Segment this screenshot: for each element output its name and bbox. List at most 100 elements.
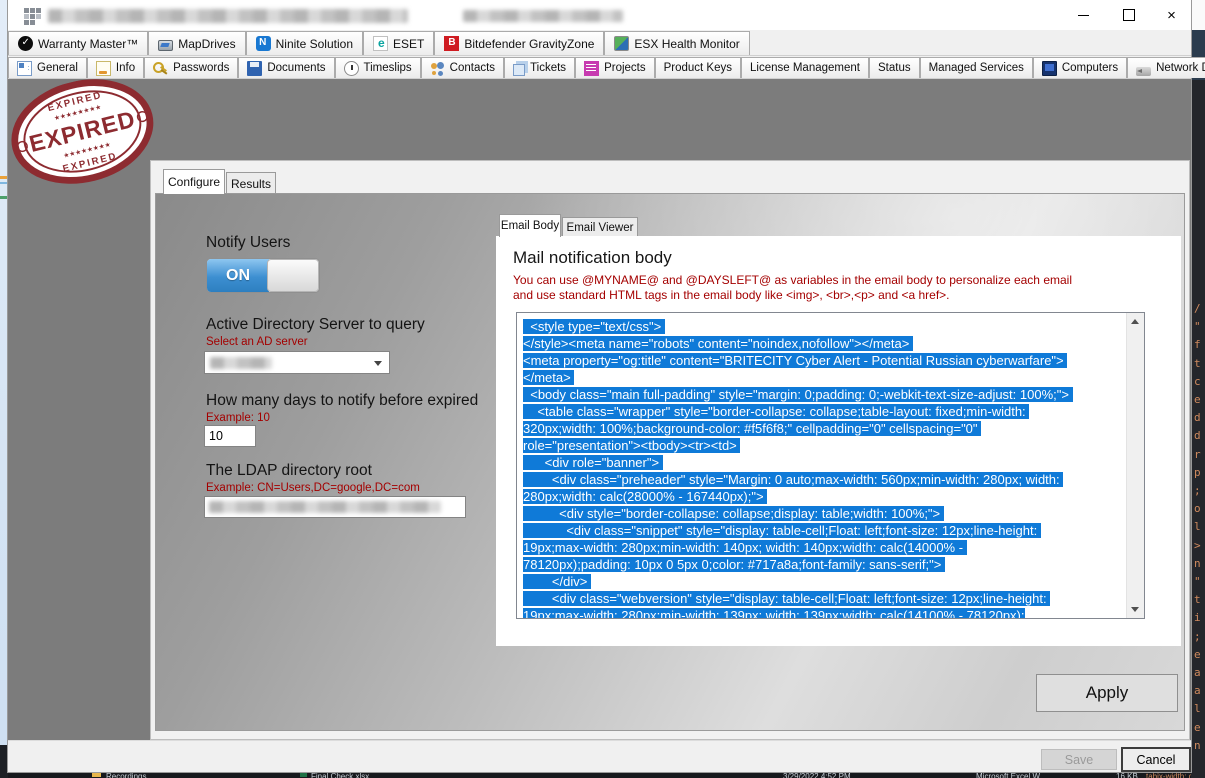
mail-body-hint-1: You can use @MYNAME@ and @DAYSLEFT@ as v… bbox=[513, 273, 1072, 287]
tab-label: Email Body bbox=[501, 220, 559, 232]
apply-label: Apply bbox=[1086, 683, 1129, 703]
tab-license-management[interactable]: License Management bbox=[741, 57, 869, 78]
code-line: role="presentation"><tbody><tr><td> bbox=[523, 438, 740, 453]
code-line: <div class="snippet" style="display: tab… bbox=[523, 523, 1041, 538]
tab-timeslips[interactable]: Timeslips bbox=[335, 57, 421, 78]
tickets-icon bbox=[513, 64, 525, 76]
email-body-editor[interactable]: <style type="text/css"> </style><meta na… bbox=[516, 312, 1145, 619]
expired-stamp: EXPIRED ★★★★★★★★ EXPIRED ★★★★★★★★ EXPIRE… bbox=[0, 65, 165, 199]
ad-server-hint: Select an AD server bbox=[206, 336, 308, 348]
passwords-keys-icon bbox=[153, 61, 168, 76]
file-explorer-file-name: Final Check.xlsx bbox=[311, 772, 369, 778]
code-line: </meta> bbox=[523, 370, 574, 385]
tab-label: ESET bbox=[393, 37, 424, 51]
tab-ninite-solution[interactable]: Ninite Solution bbox=[246, 31, 363, 55]
file-explorer-size: 16 KB bbox=[1116, 772, 1138, 778]
background-window-left-bottom bbox=[0, 745, 8, 778]
ad-server-dropdown[interactable] bbox=[204, 351, 390, 374]
tab-documents[interactable]: Documents bbox=[238, 57, 334, 78]
minimize-button[interactable] bbox=[1060, 0, 1106, 30]
tab-label: Passwords bbox=[173, 62, 229, 74]
background-code-fragment: tabix-width: calc(14 bbox=[1146, 772, 1191, 778]
projects-icon bbox=[584, 61, 599, 76]
maximize-icon bbox=[1123, 9, 1135, 21]
tab-esx-health-monitor[interactable]: ESX Health Monitor bbox=[604, 31, 749, 55]
tab-tickets[interactable]: Tickets bbox=[504, 57, 575, 78]
titlebar: × bbox=[8, 0, 1191, 30]
file-explorer-type: Microsoft Excel W... bbox=[976, 772, 1046, 778]
documents-icon bbox=[247, 61, 262, 76]
tab-label: Results bbox=[231, 177, 271, 191]
close-button[interactable]: × bbox=[1152, 0, 1191, 30]
app-window: × Warranty Master™ MapDrives Ninite Solu… bbox=[8, 0, 1191, 772]
save-button[interactable]: Save bbox=[1041, 749, 1117, 770]
editor-vertical-scrollbar[interactable] bbox=[1126, 313, 1144, 618]
redacted-window-title bbox=[48, 9, 408, 23]
left-edge-blue-mark bbox=[0, 182, 8, 184]
tab-email-body[interactable]: Email Body bbox=[499, 214, 561, 237]
tab-label: Bitdefender GravityZone bbox=[464, 37, 594, 51]
chevron-down-icon bbox=[374, 361, 382, 366]
tab-results[interactable]: Results bbox=[226, 172, 276, 194]
email-body-code[interactable]: <style type="text/css"> </style><meta na… bbox=[518, 313, 1126, 618]
ldap-input[interactable] bbox=[204, 496, 466, 518]
maximize-button[interactable] bbox=[1106, 0, 1152, 30]
app-header-area: EXPIRED ★★★★★★★★ EXPIRED ★★★★★★★★ EXPIRE… bbox=[8, 79, 1191, 740]
app-icon bbox=[24, 8, 29, 13]
network-devices-icon bbox=[1136, 67, 1151, 76]
left-edge-green-mark bbox=[0, 196, 8, 199]
code-line: <body class="main full-padding" style="m… bbox=[523, 387, 1073, 402]
redacted-ldap-value bbox=[209, 501, 441, 513]
mapdrives-icon bbox=[158, 40, 173, 51]
tab-product-keys[interactable]: Product Keys bbox=[655, 57, 741, 78]
tab-label: MapDrives bbox=[178, 37, 235, 51]
code-line: 320px;width: 100%;background-color: #f5f… bbox=[523, 421, 981, 436]
toggle-knob[interactable] bbox=[267, 259, 319, 292]
notify-users-toggle[interactable]: ON bbox=[206, 258, 320, 293]
scroll-up-icon[interactable] bbox=[1131, 319, 1139, 324]
minimize-icon bbox=[1078, 15, 1089, 16]
bottom-button-bar: Save Cancel bbox=[8, 740, 1191, 772]
tab-label: Email Viewer bbox=[567, 222, 634, 234]
tab-projects[interactable]: Projects bbox=[575, 57, 655, 78]
background-code-characters: / " f t c e d d r p ; o l > n " t i ; e … bbox=[1194, 300, 1201, 755]
file-explorer-date: 3/29/2022 4:52 PM bbox=[783, 772, 851, 778]
tab-bitdefender-gravityzone[interactable]: Bitdefender GravityZone bbox=[434, 31, 604, 55]
tab-email-viewer[interactable]: Email Viewer bbox=[562, 217, 638, 237]
tab-passwords[interactable]: Passwords bbox=[144, 57, 238, 78]
apply-button[interactable]: Apply bbox=[1036, 674, 1178, 712]
file-explorer-folder-name: Recordings bbox=[106, 772, 146, 778]
toggle-on-segment: ON bbox=[207, 259, 269, 292]
days-input[interactable]: 10 bbox=[204, 425, 256, 447]
tab-eset[interactable]: ESET bbox=[363, 31, 434, 55]
tab-managed-services[interactable]: Managed Services bbox=[920, 57, 1033, 78]
tab-label: Tickets bbox=[530, 62, 566, 74]
contacts-people-icon bbox=[430, 61, 445, 76]
ldap-hint: Example: CN=Users,DC=google,DC=com bbox=[206, 482, 420, 494]
tab-warranty-master[interactable]: Warranty Master™ bbox=[8, 31, 148, 55]
configure-panel: Notify Users ON Active Directory Server … bbox=[155, 193, 1185, 731]
ad-server-label: Active Directory Server to query bbox=[206, 316, 425, 334]
background-code-editor-edge: / " f t c e d d r p ; o l > n " t i ; e … bbox=[1191, 0, 1205, 778]
days-label: How many days to notify before expired bbox=[206, 392, 478, 410]
ldap-label: The LDAP directory root bbox=[206, 462, 372, 480]
code-line: <style type="text/css"> bbox=[523, 319, 665, 334]
scroll-down-icon[interactable] bbox=[1131, 607, 1139, 612]
tab-configure[interactable]: Configure bbox=[163, 169, 225, 194]
tab-computers[interactable]: Computers bbox=[1033, 57, 1127, 78]
bitdefender-icon bbox=[444, 36, 459, 51]
code-line: 78120px);padding: 10px 0 5px 0;color: #7… bbox=[523, 557, 945, 572]
days-value: 10 bbox=[209, 429, 223, 443]
tab-label: Computers bbox=[1062, 62, 1118, 74]
tab-mapdrives[interactable]: MapDrives bbox=[148, 31, 245, 55]
cancel-button[interactable]: Cancel bbox=[1121, 747, 1191, 772]
tab-status[interactable]: Status bbox=[869, 57, 920, 78]
tab-network-devices[interactable]: Network Devices bbox=[1127, 57, 1205, 78]
tab-general[interactable]: General bbox=[8, 57, 87, 78]
tab-label: Timeslips bbox=[364, 62, 412, 74]
code-line: <div role="banner"> bbox=[523, 455, 663, 470]
code-line: <meta property="og:title" content="BRITE… bbox=[523, 353, 1067, 368]
eset-icon bbox=[373, 36, 388, 51]
tab-contacts[interactable]: Contacts bbox=[421, 57, 504, 78]
cancel-label: Cancel bbox=[1137, 753, 1176, 767]
